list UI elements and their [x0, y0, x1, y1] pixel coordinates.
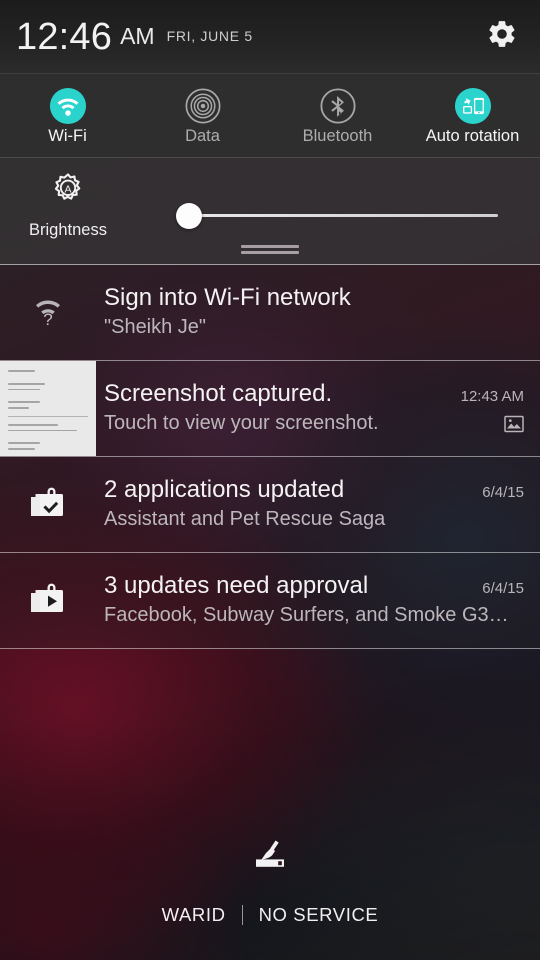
notification-body: Sign into Wi-Fi network "Sheikh Je" — [96, 265, 540, 360]
notification-title: Screenshot captured. — [104, 379, 333, 407]
notification-title-row: Sign into Wi-Fi network — [104, 284, 526, 312]
shade-header: 12:46 AM FRI, JUNE 5 — [0, 0, 540, 74]
thumb-text-line — [8, 429, 77, 432]
thumb-gap — [8, 376, 88, 379]
clear-all-button[interactable] — [242, 836, 298, 882]
brightness-panel: A Brightness — [0, 158, 540, 265]
quick-tile-data[interactable]: Data — [135, 74, 270, 157]
play-store-update-icon — [25, 579, 71, 626]
notification-title: 2 applications updated — [104, 475, 345, 503]
notification-icon — [0, 457, 96, 552]
quick-settings-row: Wi-Fi Data Bluetooth Auto rotation — [0, 74, 540, 158]
thumb-gap — [8, 394, 88, 397]
date-label: FRI, JUNE 5 — [166, 27, 253, 44]
notification-icon: ? — [0, 265, 96, 360]
thumb-text-line — [8, 448, 36, 450]
shade-drag-handle[interactable] — [241, 245, 299, 254]
thumb-divider — [8, 416, 88, 417]
thumb-text-line — [8, 401, 40, 404]
notification-title-row: 3 updates need approval 6/4/15 — [104, 572, 526, 600]
screenshot-thumbnail[interactable] — [0, 361, 96, 456]
thumb-text-line — [8, 388, 40, 391]
notification-row[interactable]: 3 updates need approval 6/4/15 Facebook,… — [0, 553, 540, 649]
notification-sub-row: Touch to view your screenshot. — [104, 411, 526, 435]
notification-list: ? Sign into Wi-Fi network "Sheikh Je" Sc… — [0, 265, 540, 649]
notification-row[interactable]: ? Sign into Wi-Fi network "Sheikh Je" — [0, 265, 540, 361]
quick-tile-label: Wi-Fi — [48, 126, 87, 145]
gear-icon — [486, 18, 518, 55]
bluetooth-icon — [319, 87, 357, 125]
brightness-slider-thumb[interactable] — [175, 203, 202, 229]
broom-icon — [248, 837, 292, 882]
notification-sub-row: "Sheikh Je" — [104, 315, 526, 339]
settings-button[interactable] — [482, 17, 522, 57]
notification-subtitle: "Sheikh Je" — [104, 316, 207, 339]
notification-body: 3 updates need approval 6/4/15 Facebook,… — [96, 553, 540, 648]
notification-title: Sign into Wi-Fi network — [104, 283, 351, 311]
quick-tile-label: Data — [185, 126, 220, 145]
service-status: NO SERVICE — [258, 904, 379, 925]
brightness-label: Brightness — [29, 221, 107, 239]
clock-ampm: AM — [120, 23, 155, 49]
brightness-slider[interactable] — [160, 203, 498, 229]
thumbnail-content — [0, 361, 96, 456]
carrier-name: WARID — [161, 904, 226, 925]
notification-title-row: 2 applications updated 6/4/15 — [104, 476, 526, 504]
drag-handle-bar — [241, 251, 299, 254]
thumb-text-line — [8, 370, 36, 372]
notification-time: 6/4/15 — [482, 483, 524, 501]
mobile-data-icon — [184, 87, 222, 125]
notification-body: Screenshot captured. 12:43 AM Touch to v… — [96, 361, 540, 456]
brightness-label-group: A Brightness — [0, 170, 136, 240]
notification-row[interactable]: 2 applications updated 6/4/15 Assistant … — [0, 457, 540, 553]
quick-tile-wifi[interactable]: Wi-Fi — [0, 74, 135, 157]
auto-rotate-icon — [454, 87, 492, 125]
play-store-check-icon — [25, 483, 71, 530]
notification-title-row: Screenshot captured. 12:43 AM — [104, 380, 526, 408]
notification-sub-row: Facebook, Subway Surfers, and Smoke G3… — [104, 603, 526, 627]
notification-subtitle: Touch to view your screenshot. — [104, 412, 379, 435]
notification-body: 2 applications updated 6/4/15 Assistant … — [96, 457, 540, 552]
notification-time: 12:43 AM — [460, 387, 524, 405]
notification-subtitle: Facebook, Subway Surfers, and Smoke G3… — [104, 604, 509, 627]
quick-tile-auto-rotation[interactable]: Auto rotation — [405, 74, 540, 157]
thumb-gap — [8, 435, 88, 438]
quick-tile-bluetooth[interactable]: Bluetooth — [270, 74, 405, 157]
notification-time: 6/4/15 — [482, 579, 524, 597]
notification-title: 3 updates need approval — [104, 571, 369, 599]
brightness-slider-track[interactable] — [178, 214, 498, 217]
carrier-status-bar: WARID NO SERVICE — [162, 904, 379, 926]
quick-tile-label: Auto rotation — [425, 126, 520, 145]
thumb-text-line — [8, 442, 40, 445]
notification-subtitle: Assistant and Pet Rescue Saga — [104, 508, 386, 531]
thumb-text-line — [8, 407, 29, 410]
image-icon — [504, 413, 526, 435]
auto-brightness-icon[interactable]: A — [48, 170, 88, 215]
quick-tile-label: Bluetooth — [302, 126, 373, 145]
svg-text:?: ? — [43, 310, 52, 329]
notification-row[interactable]: Screenshot captured. 12:43 AM Touch to v… — [0, 361, 540, 457]
thumb-text-line — [8, 382, 45, 385]
clock-time: 12:46 — [16, 15, 113, 58]
carrier-separator — [241, 905, 243, 925]
notification-icon — [0, 553, 96, 648]
svg-text:A: A — [64, 183, 71, 195]
thumb-text-line — [8, 423, 58, 426]
notification-sub-row: Assistant and Pet Rescue Saga — [104, 507, 526, 531]
wifi-question-icon: ? — [26, 292, 70, 337]
drag-handle-bar — [241, 245, 299, 248]
wifi-icon — [49, 87, 87, 125]
shade-footer: WARID NO SERVICE — [0, 820, 540, 960]
notification-shade: 12:46 AM FRI, JUNE 5 Wi-Fi Data Bluetoot… — [0, 0, 540, 960]
